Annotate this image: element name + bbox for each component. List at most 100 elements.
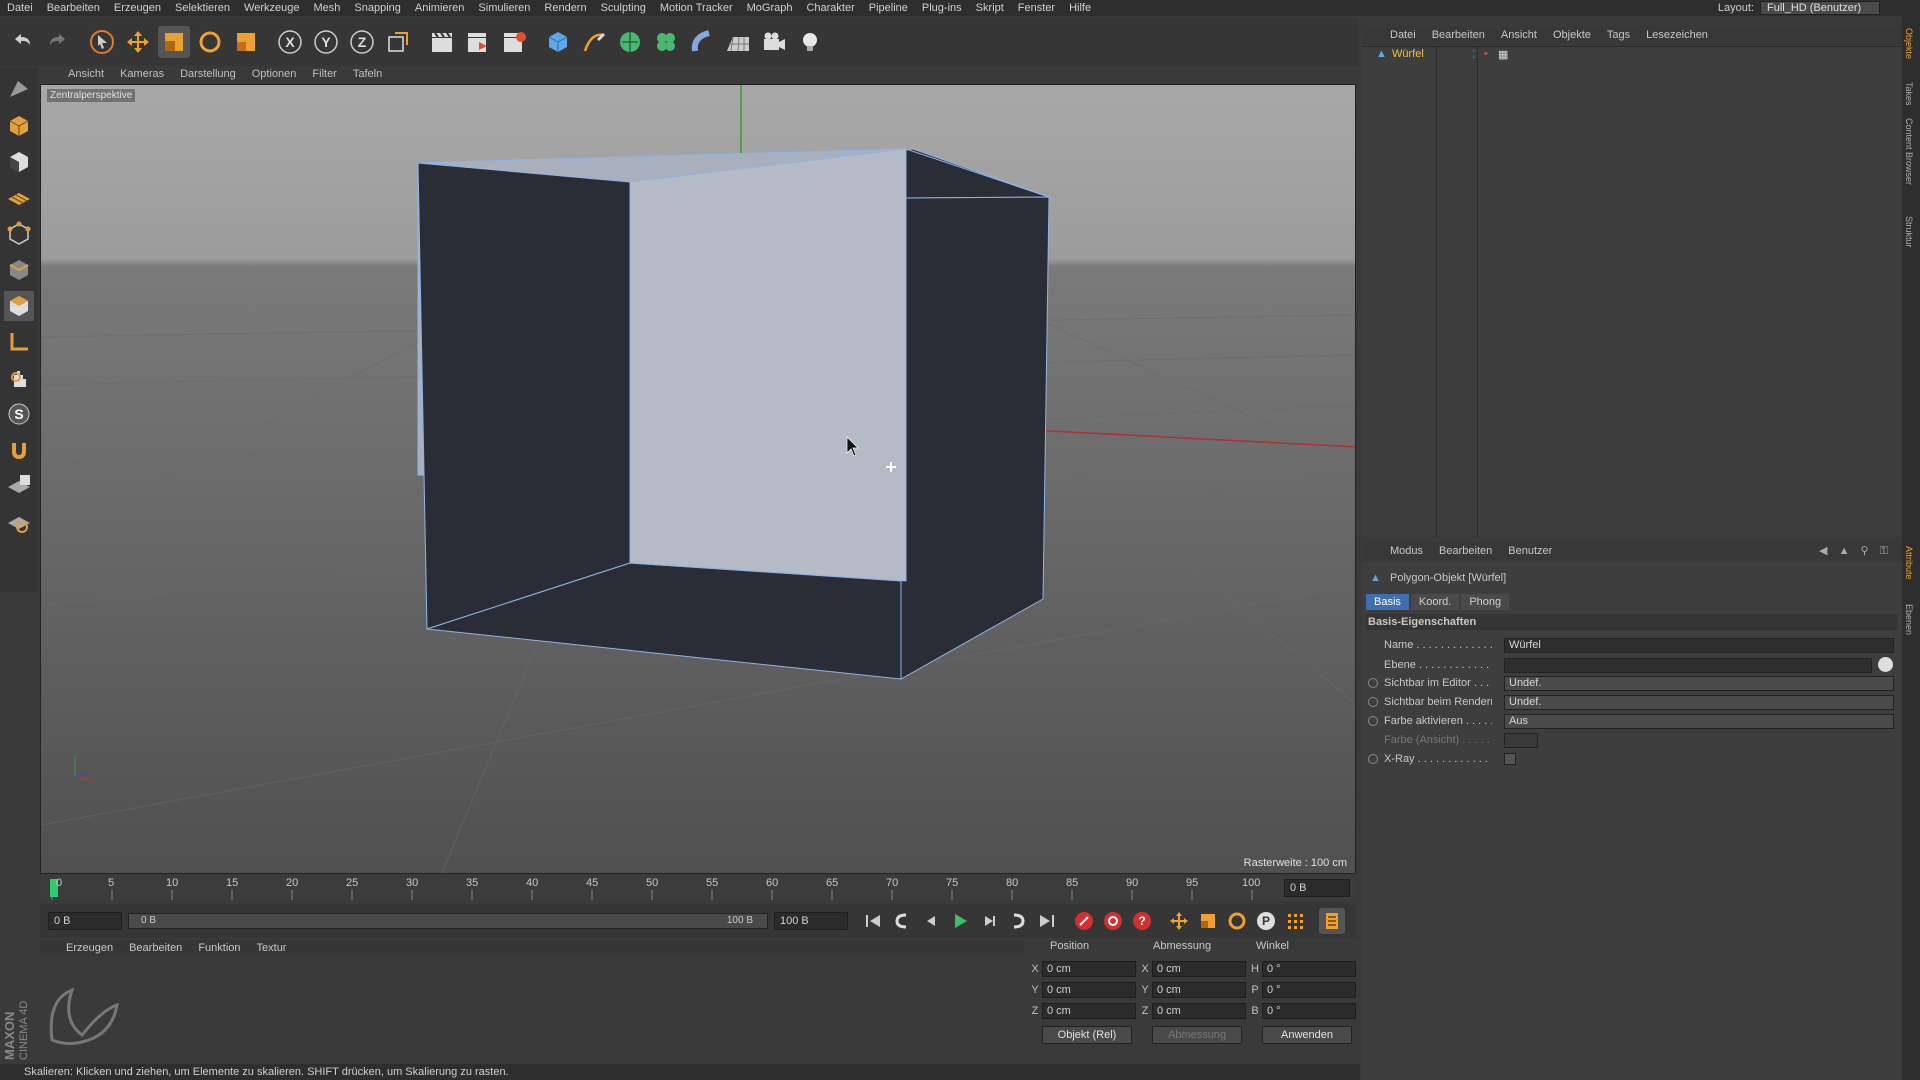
floor-button[interactable] <box>722 26 754 58</box>
rotation-p-field[interactable]: 0 ° <box>1262 982 1356 998</box>
move-tool-button[interactable] <box>122 26 154 58</box>
previous-frame-button[interactable] <box>918 908 944 934</box>
viewport-menu-optionen[interactable]: Optionen <box>244 68 305 80</box>
menu-werkzeuge[interactable]: Werkzeuge <box>237 2 306 14</box>
lock-workplane-button[interactable] <box>4 471 34 501</box>
workplane-mode-button[interactable] <box>4 183 34 213</box>
display-color-swatch[interactable] <box>1504 732 1538 748</box>
size-z-field[interactable]: 0 cm <box>1152 1003 1246 1019</box>
checker-tag-icon[interactable]: ▦ <box>1498 48 1508 61</box>
current-frame-field[interactable]: 0 B <box>1284 879 1350 897</box>
next-key-button[interactable] <box>1005 908 1031 934</box>
last-tool-button[interactable] <box>230 26 262 58</box>
animate-radio[interactable] <box>1368 697 1378 707</box>
z-axis-lock-button[interactable]: Z <box>346 26 378 58</box>
menu-mesh[interactable]: Mesh <box>306 2 347 14</box>
menu-charakter[interactable]: Charakter <box>799 2 861 14</box>
menu-pipeline[interactable]: Pipeline <box>862 2 915 14</box>
side-tab-takes[interactable]: Takes <box>1904 82 1914 106</box>
position-y-field[interactable]: 0 cm <box>1042 982 1136 998</box>
color-enable-dropdown[interactable]: Aus <box>1504 713 1894 729</box>
menu-selektieren[interactable]: Selektieren <box>168 2 237 14</box>
material-menu-funktion[interactable]: Funktion <box>190 942 248 954</box>
select-tool-button[interactable] <box>86 26 118 58</box>
timeline-layout-button[interactable] <box>1319 908 1345 934</box>
y-axis-lock-button[interactable]: Y <box>310 26 342 58</box>
material-menu-bearbeiten[interactable]: Bearbeiten <box>121 942 190 954</box>
side-tab-layers[interactable]: Ebenen <box>1904 604 1914 635</box>
layer-icon[interactable]: ▪ <box>1484 48 1488 60</box>
tab-phong[interactable]: Phong <box>1461 594 1510 610</box>
edges-mode-button[interactable] <box>4 255 34 285</box>
x-axis-lock-button[interactable]: X <box>274 26 306 58</box>
coordinate-system-button[interactable] <box>382 26 414 58</box>
previous-key-button[interactable] <box>889 908 915 934</box>
section-header[interactable]: Basis-Eigenschaften <box>1366 614 1898 630</box>
object-name[interactable]: Würfel <box>1392 48 1424 60</box>
play-button[interactable] <box>947 908 973 934</box>
menu-datei[interactable]: Datei <box>0 2 40 14</box>
menu-plugins[interactable]: Plug-ins <box>915 2 969 14</box>
keyframe-help-button[interactable]: ? <box>1129 908 1155 934</box>
undo-button[interactable] <box>6 26 38 58</box>
viewport-menu-ansicht[interactable]: Ansicht <box>60 68 112 80</box>
make-editable-button[interactable] <box>4 75 34 105</box>
menu-bearbeiten[interactable]: Bearbeiten <box>40 2 107 14</box>
side-tab-content-browser[interactable]: Content Browser <box>1904 118 1914 185</box>
render-view-button[interactable] <box>426 26 458 58</box>
tab-basis[interactable]: Basis <box>1366 594 1409 610</box>
key-position-button[interactable] <box>1166 908 1192 934</box>
camera-button[interactable] <box>758 26 790 58</box>
next-frame-button[interactable] <box>976 908 1002 934</box>
visible-editor-dropdown[interactable]: Undef. <box>1504 675 1894 691</box>
size-mode-dropdown[interactable]: Abmessung <box>1152 1026 1242 1044</box>
menu-erzeugen[interactable]: Erzeugen <box>107 2 168 14</box>
menu-mograph[interactable]: MoGraph <box>740 2 800 14</box>
cube-object-button[interactable] <box>542 26 574 58</box>
menu-sculpting[interactable]: Sculpting <box>594 2 653 14</box>
coordinate-mode-dropdown[interactable]: Objekt (Rel) <box>1042 1026 1132 1044</box>
menu-fenster[interactable]: Fenster <box>1011 2 1062 14</box>
layer-picker-icon[interactable] <box>1878 657 1893 672</box>
viewport-menu-filter[interactable]: Filter <box>304 68 344 80</box>
attribute-nav-icons[interactable]: ◀ ▲ ⚲ ⚿ <box>1819 544 1892 558</box>
key-scale-button[interactable] <box>1195 908 1221 934</box>
menu-hilfe[interactable]: Hilfe <box>1062 2 1098 14</box>
key-parameter-button[interactable]: P <box>1253 908 1279 934</box>
rotate-tool-button[interactable] <box>194 26 226 58</box>
scale-tool-button[interactable] <box>158 26 190 58</box>
spline-pen-button[interactable] <box>578 26 610 58</box>
xray-checkbox[interactable] <box>1504 753 1516 765</box>
deformer-button[interactable] <box>686 26 718 58</box>
axis-mode-button[interactable] <box>4 327 34 357</box>
model-mode-button[interactable] <box>4 111 34 141</box>
menu-animieren[interactable]: Animieren <box>408 2 472 14</box>
end-frame-field[interactable]: 100 B <box>774 912 848 930</box>
attribute-menu-benutzer[interactable]: Benutzer <box>1500 545 1560 557</box>
cloner-button[interactable] <box>650 26 682 58</box>
object-menu-tags[interactable]: Tags <box>1599 29 1638 41</box>
object-menu-ansicht[interactable]: Ansicht <box>1493 29 1545 41</box>
attribute-menu-modus[interactable]: Modus <box>1382 545 1431 557</box>
size-x-field[interactable]: 0 cm <box>1152 961 1246 977</box>
menu-skript[interactable]: Skript <box>969 2 1011 14</box>
material-manager-area[interactable] <box>40 958 1024 1062</box>
name-input[interactable]: Würfel <box>1504 637 1894 653</box>
tab-koord[interactable]: Koord. <box>1410 594 1460 610</box>
redo-button[interactable] <box>42 26 74 58</box>
3d-viewport[interactable]: Zentralperspektive Rasterweite : 100 cm … <box>40 84 1356 874</box>
menu-snapping[interactable]: Snapping <box>347 2 408 14</box>
size-y-field[interactable]: 0 cm <box>1152 982 1246 998</box>
rotation-h-field[interactable]: 0 ° <box>1262 961 1356 977</box>
key-pla-button[interactable] <box>1282 908 1308 934</box>
viewport-menu-darstellung[interactable]: Darstellung <box>172 68 244 80</box>
planar-workplane-button[interactable] <box>4 507 34 537</box>
apply-button[interactable]: Anwenden <box>1262 1026 1352 1044</box>
render-picture-viewer-button[interactable] <box>462 26 494 58</box>
magnet-button[interactable] <box>4 435 34 465</box>
tweak-mode-button[interactable] <box>4 363 34 393</box>
points-mode-button[interactable] <box>4 219 34 249</box>
object-row-wuerfel[interactable]: ▲ Würfel ⁚ ▪ ▦ <box>1362 47 1902 63</box>
side-tab-structure[interactable]: Struktur <box>1904 216 1914 248</box>
animate-radio[interactable] <box>1368 754 1378 764</box>
